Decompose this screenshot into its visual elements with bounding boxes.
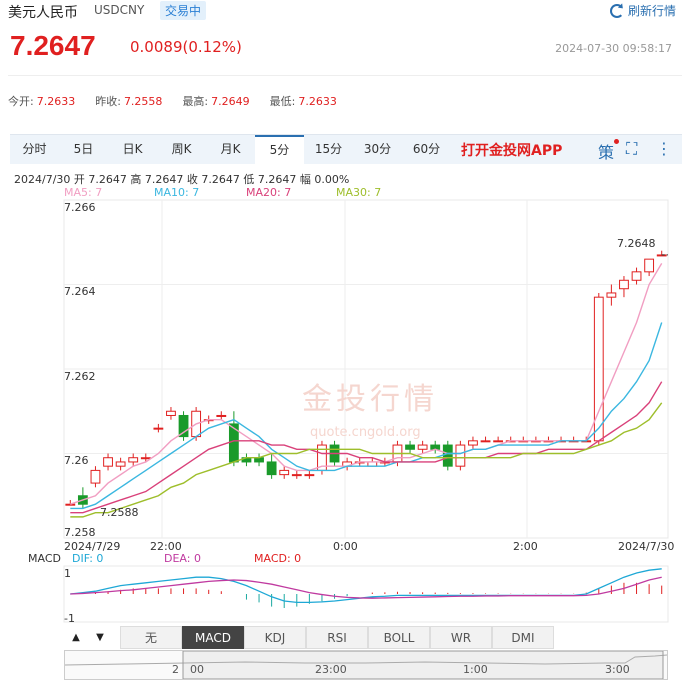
- macd-value-legend: MACD: 0: [254, 552, 302, 565]
- scroll-up-icon[interactable]: ▲: [64, 626, 88, 650]
- dea-line: [70, 576, 662, 599]
- candle-body: [405, 444, 415, 450]
- candle-body: [65, 503, 76, 506]
- candle-body: [493, 440, 504, 443]
- candle-body: [480, 440, 491, 443]
- indicator-macd-button[interactable]: MACD: [182, 626, 244, 649]
- x-tick: 0:00: [333, 540, 358, 553]
- macd-tick: 1: [64, 567, 71, 580]
- macd-legend-title: MACD: [28, 552, 61, 565]
- indicator-rsi-button[interactable]: RSI: [306, 626, 368, 649]
- candle-body: [631, 271, 642, 281]
- nav-label: 3:00: [605, 663, 630, 676]
- candle-body: [279, 469, 290, 476]
- navigator-sparkline: [64, 650, 668, 680]
- dif-legend: DIF: 0: [72, 552, 104, 565]
- indicator-boll-button[interactable]: BOLL: [368, 626, 430, 649]
- candle-body: [606, 292, 617, 298]
- watermark: 金投行情: [302, 382, 438, 417]
- candle-body: [619, 279, 629, 290]
- candle-body: [153, 427, 164, 430]
- macd-tick: -1: [64, 612, 75, 625]
- ma-line-ma30: [70, 402, 663, 518]
- candle-body: [417, 444, 428, 450]
- candle-body: [103, 457, 113, 467]
- candle-body: [115, 461, 126, 467]
- candlestick-chart[interactable]: [0, 0, 682, 684]
- indicator-dmi-button[interactable]: DMI: [492, 626, 554, 649]
- candle-body: [90, 469, 101, 484]
- candle-body: [178, 414, 189, 438]
- candle-body: [166, 410, 176, 416]
- indicator-none-button[interactable]: 无: [120, 626, 182, 649]
- range-navigator[interactable]: [64, 650, 668, 680]
- dea-legend: DEA: 0: [164, 552, 201, 565]
- indicator-kdj-button[interactable]: KDJ: [244, 626, 306, 649]
- candle-body: [442, 444, 453, 467]
- macd-frame: [63, 565, 669, 623]
- candle-body: [266, 461, 277, 476]
- candle-body: [216, 414, 227, 417]
- nav-label: 23:00: [315, 663, 347, 676]
- candle-body: [468, 440, 478, 446]
- candle-body: [291, 474, 302, 477]
- watermark-url: quote.cngold.org: [310, 425, 421, 440]
- candle-body: [140, 457, 151, 460]
- max-label: 7.2648: [617, 237, 656, 250]
- dif-line: [70, 568, 662, 604]
- scroll-down-icon[interactable]: ▼: [88, 626, 112, 650]
- nav-label: 1:00: [463, 663, 488, 676]
- x-tick: 2:00: [513, 540, 538, 553]
- indicator-wr-button[interactable]: WR: [430, 626, 492, 649]
- indicator-bar: ▲ ▼ 无 MACD KDJ RSI BOLL WR DMI: [64, 626, 554, 650]
- min-label: 7.2588: [100, 506, 139, 519]
- candle-body: [455, 444, 466, 467]
- nav-label: 00: [190, 663, 204, 676]
- nav-label: 2: [172, 663, 179, 676]
- candle-body: [644, 258, 655, 273]
- x-tick: 2024/7/30: [618, 540, 675, 553]
- candle-body: [304, 474, 315, 477]
- candle-body: [128, 457, 139, 463]
